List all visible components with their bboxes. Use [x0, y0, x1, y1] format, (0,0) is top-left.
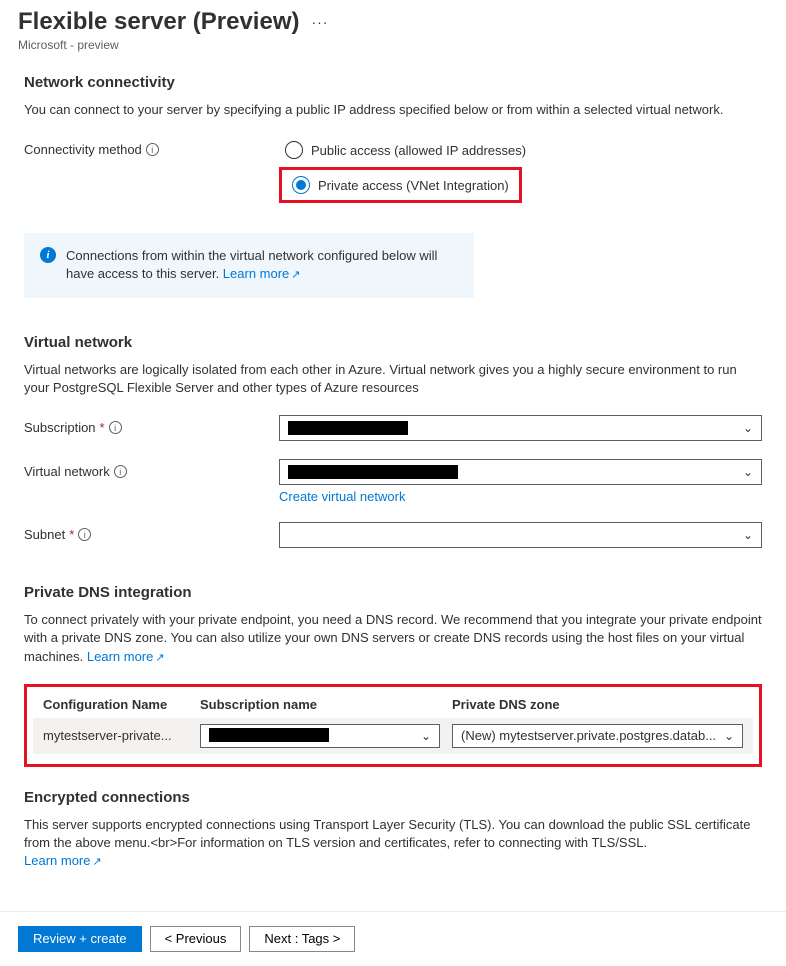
external-link-icon: ↗ — [291, 269, 300, 281]
radio-selected-icon — [292, 176, 310, 194]
required-indicator: * — [100, 420, 105, 435]
redacted-value — [209, 728, 329, 742]
radio-private-access[interactable]: Private access (VNet Integration) — [286, 172, 515, 198]
chevron-down-icon: ⌄ — [743, 528, 753, 542]
network-heading: Network connectivity — [24, 74, 762, 91]
highlight-box: Configuration Name Subscription name Pri… — [24, 684, 762, 767]
encrypted-heading: Encrypted connections — [24, 789, 762, 806]
vnet-heading: Virtual network — [24, 334, 762, 351]
next-button[interactable]: Next : Tags > — [249, 926, 355, 952]
dns-header-sub: Subscription name — [200, 697, 440, 712]
dns-learn-more-link[interactable]: Learn more↗ — [87, 649, 165, 664]
vnet-description: Virtual networks are logically isolated … — [24, 361, 762, 397]
radio-public-access[interactable]: Public access (allowed IP addresses) — [279, 137, 762, 163]
create-vnet-link[interactable]: Create virtual network — [279, 489, 762, 504]
external-link-icon: ↗ — [92, 856, 101, 868]
external-link-icon: ↗ — [155, 652, 164, 664]
dns-config-name: mytestserver-private... — [43, 728, 188, 743]
chevron-down-icon: ⌄ — [743, 465, 753, 479]
redacted-value — [288, 465, 458, 479]
page-subtitle: Microsoft - preview — [18, 38, 786, 52]
encrypted-description: This server supports encrypted connectio… — [24, 817, 750, 850]
highlight-box: Private access (VNet Integration) — [279, 167, 522, 203]
more-actions-button[interactable]: ··· — [311, 14, 328, 30]
page-title: Flexible server (Preview) — [18, 8, 299, 36]
subscription-label: Subscription — [24, 420, 96, 435]
info-icon[interactable]: i — [114, 465, 127, 478]
dns-zone-dropdown[interactable]: (New) mytestserver.private.postgres.data… — [452, 724, 743, 748]
dns-header-config: Configuration Name — [43, 697, 188, 712]
info-icon[interactable]: i — [78, 528, 91, 541]
dns-subscription-dropdown[interactable]: ⌄ — [200, 724, 440, 748]
info-banner: i Connections from within the virtual ne… — [24, 233, 474, 298]
subnet-label: Subnet — [24, 527, 65, 542]
subscription-dropdown[interactable]: ⌄ — [279, 415, 762, 441]
network-description: You can connect to your server by specif… — [24, 101, 762, 119]
review-create-button[interactable]: Review + create — [18, 926, 142, 952]
radio-private-label: Private access (VNet Integration) — [318, 178, 509, 193]
info-icon[interactable]: i — [146, 143, 159, 156]
vnet-label: Virtual network — [24, 464, 110, 479]
dns-zone-value: (New) mytestserver.private.postgres.data… — [461, 728, 716, 743]
previous-button[interactable]: < Previous — [150, 926, 242, 952]
chevron-down-icon: ⌄ — [421, 729, 431, 743]
subnet-dropdown[interactable]: ⌄ — [279, 522, 762, 548]
connectivity-method-label: Connectivity method — [24, 142, 142, 157]
info-icon[interactable]: i — [109, 421, 122, 434]
chevron-down-icon: ⌄ — [743, 421, 753, 435]
dns-heading: Private DNS integration — [24, 584, 762, 601]
table-row: mytestserver-private... ⌄ (New) mytestse… — [33, 718, 753, 754]
chevron-down-icon: ⌄ — [724, 729, 734, 743]
encrypted-learn-more-link[interactable]: Learn more↗ — [24, 853, 102, 868]
radio-unselected-icon — [285, 141, 303, 159]
info-learn-more-link[interactable]: Learn more↗ — [223, 266, 301, 281]
dns-header-zone: Private DNS zone — [452, 697, 743, 712]
redacted-value — [288, 421, 408, 435]
radio-public-label: Public access (allowed IP addresses) — [311, 143, 526, 158]
info-icon: i — [40, 247, 56, 263]
required-indicator: * — [69, 527, 74, 542]
vnet-dropdown[interactable]: ⌄ — [279, 459, 762, 485]
